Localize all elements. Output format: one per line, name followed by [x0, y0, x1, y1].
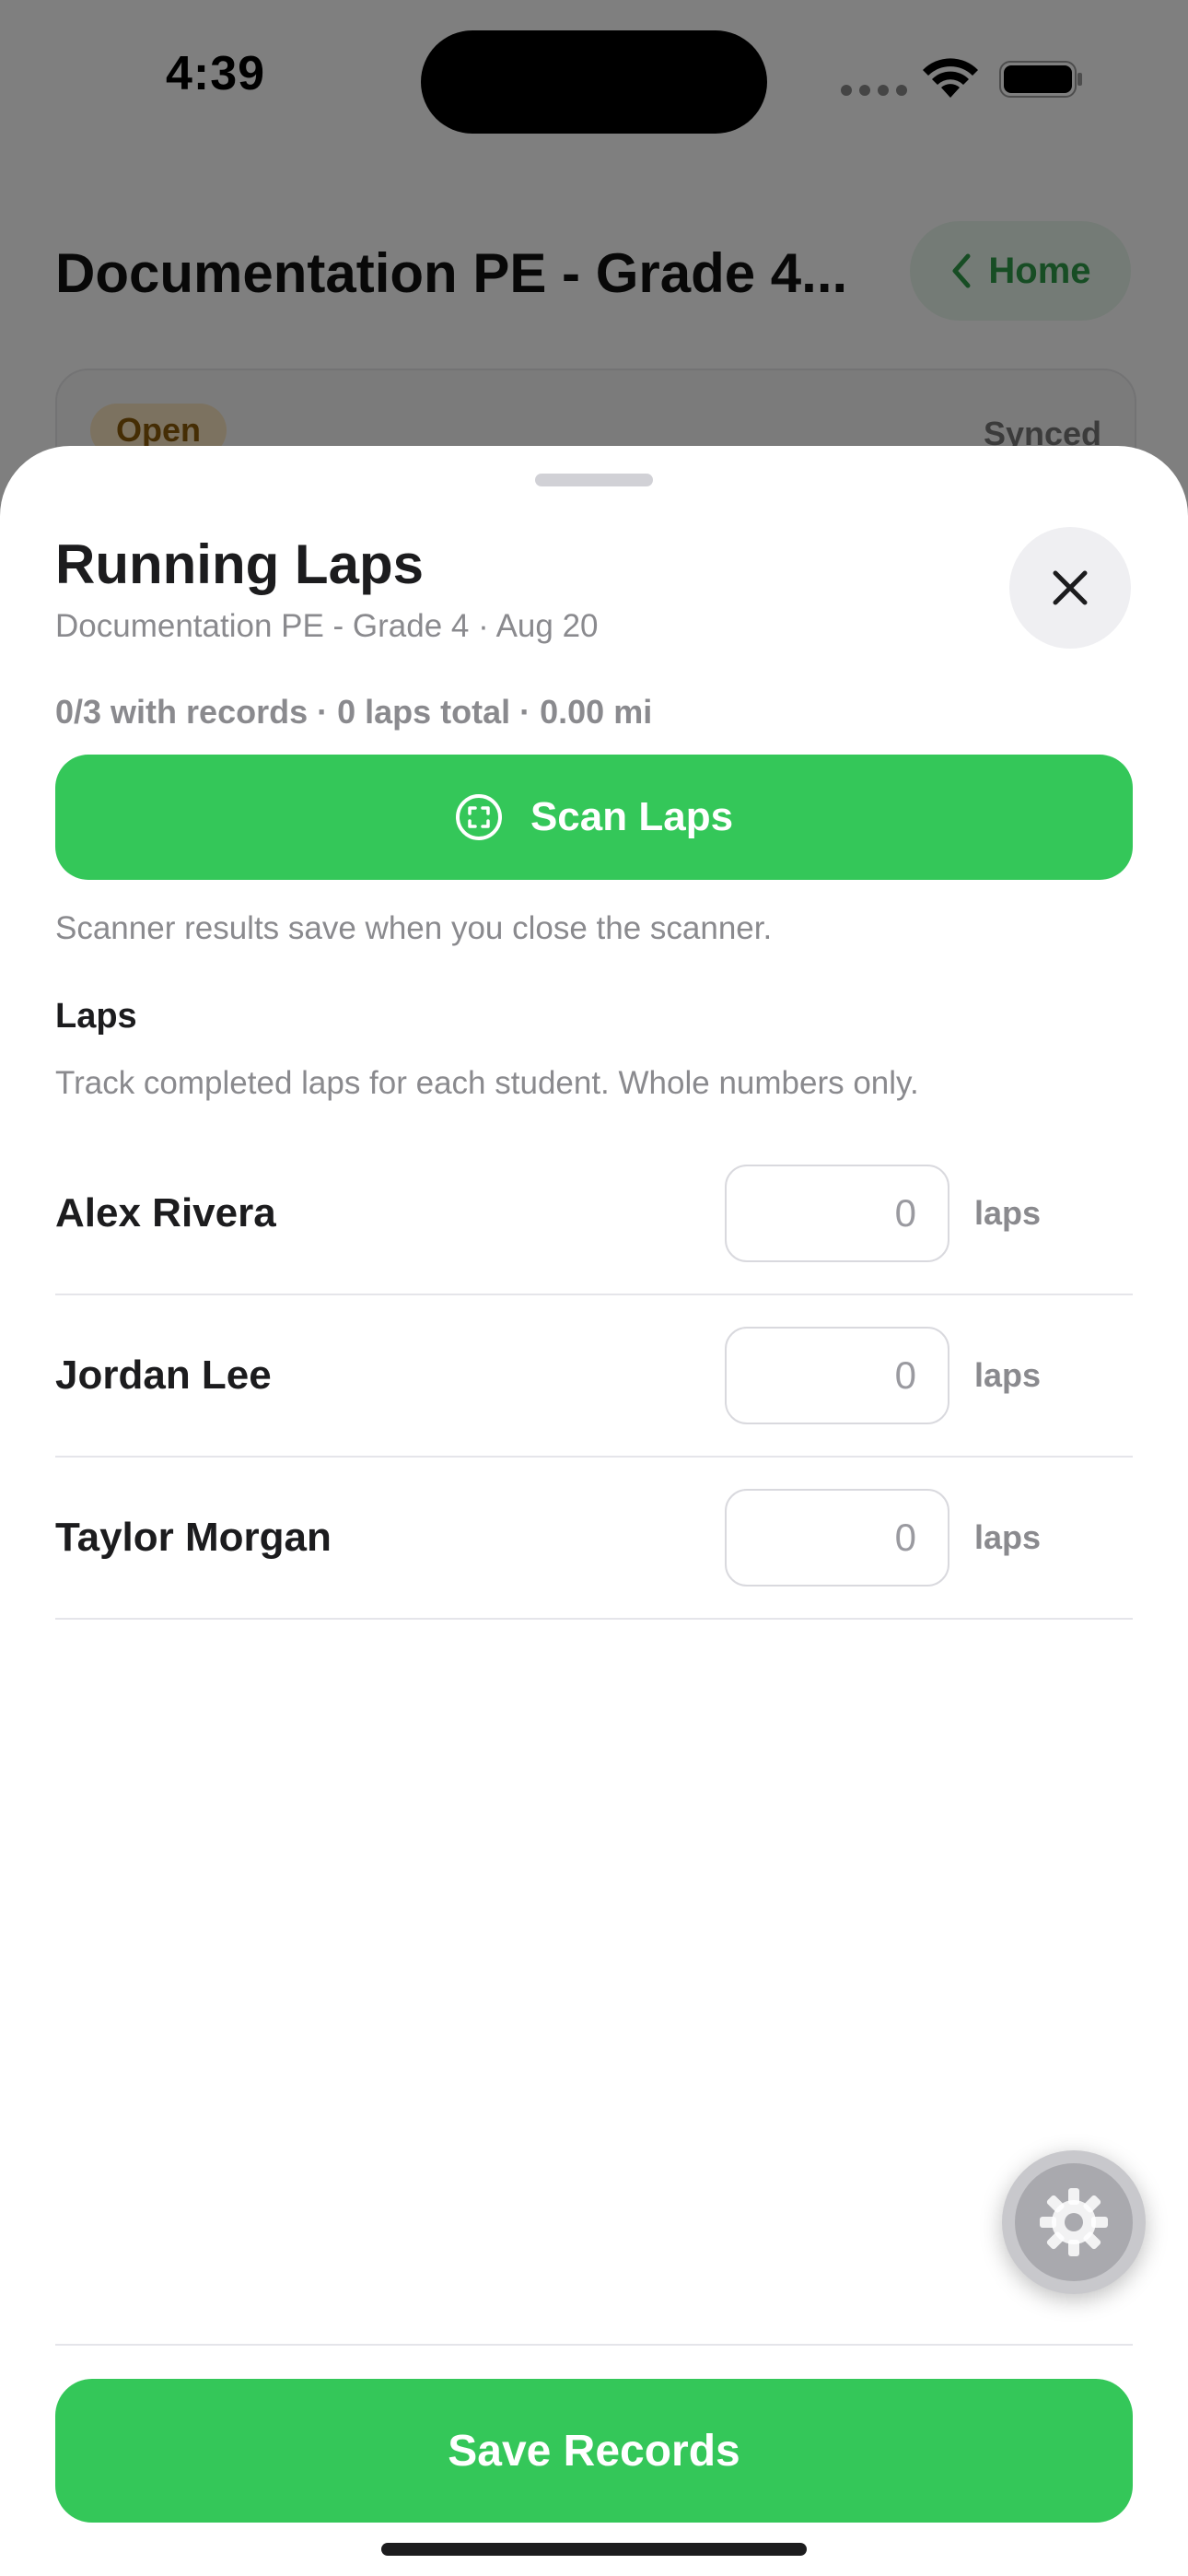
gear-icon — [1040, 2188, 1108, 2256]
laps-unit: laps — [974, 1194, 1042, 1232]
close-button[interactable] — [1009, 527, 1131, 649]
scanner-note: Scanner results save when you close the … — [55, 910, 773, 946]
settings-button[interactable] — [1002, 2150, 1146, 2294]
home-indicator — [381, 2543, 807, 2556]
save-records-button[interactable]: Save Records — [55, 2379, 1133, 2523]
settings-button-inner — [1015, 2163, 1133, 2281]
footer-divider — [55, 2344, 1133, 2346]
student-name: Jordan Lee — [55, 1352, 272, 1398]
student-row: Taylor Morgan laps — [55, 1458, 1133, 1620]
laps-section-title: Laps — [55, 997, 137, 1036]
student-name: Taylor Morgan — [55, 1515, 332, 1560]
sheet-grabber[interactable] — [535, 474, 653, 486]
scan-laps-label: Scan Laps — [530, 794, 734, 839]
laps-unit: laps — [974, 1518, 1042, 1556]
scan-laps-button[interactable]: Scan Laps — [55, 755, 1133, 880]
student-row: Alex Rivera laps — [55, 1133, 1133, 1295]
scan-icon — [455, 794, 502, 840]
laps-input[interactable] — [725, 1489, 949, 1587]
laps-section-description: Track completed laps for each student. W… — [55, 1065, 919, 1101]
close-icon — [1053, 570, 1088, 605]
laps-unit: laps — [974, 1356, 1042, 1394]
sheet-title: Running Laps — [55, 533, 424, 595]
sheet-subtitle: Documentation PE - Grade 4 · Aug 20 — [55, 608, 599, 644]
student-row: Jordan Lee laps — [55, 1295, 1133, 1458]
laps-input[interactable] — [725, 1165, 949, 1262]
running-laps-sheet: Running Laps Documentation PE - Grade 4 … — [0, 446, 1188, 2576]
student-name: Alex Rivera — [55, 1190, 276, 1235]
laps-input[interactable] — [725, 1327, 949, 1424]
records-summary: 0/3 with records · 0 laps total · 0.00 m… — [55, 693, 653, 731]
student-list: Alex Rivera laps Jordan Lee laps Taylor … — [55, 1133, 1133, 1620]
